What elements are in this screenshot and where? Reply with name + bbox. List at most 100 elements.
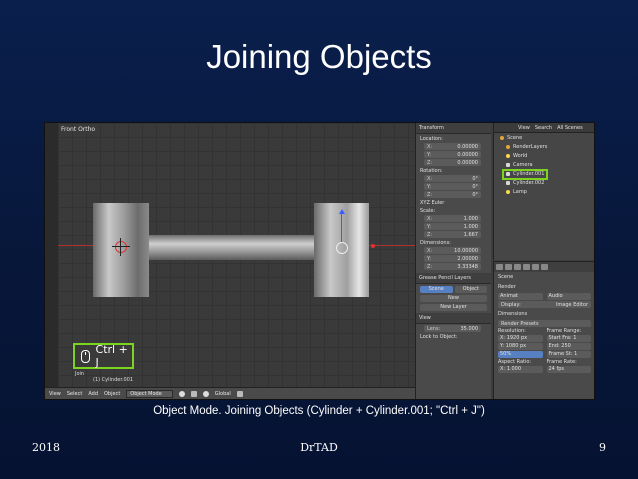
view-header[interactable]: View xyxy=(416,313,491,324)
resolution-y-field[interactable]: Y: 1080 px xyxy=(498,343,543,350)
render-presets[interactable]: Render Presets xyxy=(498,320,591,327)
outliner-row[interactable]: Camera xyxy=(494,160,594,169)
3d-cursor-icon xyxy=(112,238,130,256)
mode-selector[interactable]: Object Mode xyxy=(126,389,173,398)
properties-n-panel: Transform Location: X: 0.00000 Y: 0.00000 … xyxy=(415,123,491,399)
dimensions-y-field[interactable]: Y: 2.00000 xyxy=(424,255,481,262)
dimensions-grid: Resolution: Frame Range: X: 1920 px Star… xyxy=(498,328,591,373)
manipulator-icon[interactable] xyxy=(202,390,209,397)
properties-tabs xyxy=(494,262,594,272)
resolution-percent-slider[interactable]: 50% xyxy=(498,351,543,358)
rotation-y-field[interactable]: Y: 0° xyxy=(424,183,481,190)
mouse-icon xyxy=(81,349,90,363)
render-audio-button[interactable]: Audio xyxy=(546,293,591,300)
layers-icon[interactable] xyxy=(236,390,243,397)
scale-y-field[interactable]: Y: 1.000 xyxy=(424,223,481,230)
shading-icon[interactable] xyxy=(178,390,185,397)
scene-breadcrumb: Scene xyxy=(498,274,514,280)
active-object-readout: (1) Cylinder.001 xyxy=(93,377,134,383)
fps-select[interactable]: 24 fps xyxy=(546,366,591,373)
lens-field[interactable]: Lens: 35.000 xyxy=(424,325,481,332)
render-animation-button[interactable]: Animat xyxy=(498,293,543,300)
location-z-field[interactable]: Z: 0.00000 xyxy=(424,159,481,166)
aspect-ratio-label: Aspect Ratio: xyxy=(498,359,532,365)
scene-icon xyxy=(500,135,504,140)
world-icon xyxy=(506,153,510,158)
outliner-display-mode[interactable]: All Scenes xyxy=(557,125,583,131)
new-grease-pencil-button[interactable]: New xyxy=(420,295,487,302)
camera-icon xyxy=(506,162,510,167)
frame-range-label: Frame Range: xyxy=(546,328,582,334)
rotation-x-field[interactable]: X: 0° xyxy=(424,175,481,182)
cylinder-bar[interactable] xyxy=(149,235,314,260)
modifier-tab-icon[interactable] xyxy=(541,264,548,270)
lock-to-object-label: Lock to Object: xyxy=(420,334,458,340)
z-axis-gizmo[interactable] xyxy=(341,211,342,243)
viewport-label: Front Ortho xyxy=(61,126,96,133)
dimensions-panel-header[interactable]: Dimensions xyxy=(494,309,594,319)
x-axis-handle[interactable] xyxy=(371,244,375,248)
render-panel-header[interactable]: Render xyxy=(494,282,594,292)
outliner-row[interactable]: RenderLayers xyxy=(494,142,594,151)
layers-tab-icon[interactable] xyxy=(505,264,512,270)
outliner-menu-view[interactable]: View xyxy=(518,125,530,131)
frame-rate-label: Frame Rate: xyxy=(546,359,577,365)
slide-title: Joining Objects xyxy=(206,38,432,75)
frame-step-field[interactable]: Frame St: 1 xyxy=(546,351,591,358)
resolution-x-field[interactable]: X: 1920 px xyxy=(498,335,543,342)
location-x-field[interactable]: X: 0.00000 xyxy=(424,143,481,150)
scene-tab[interactable]: Scene xyxy=(420,286,453,293)
aspect-x-field[interactable]: X: 1.000 xyxy=(498,366,543,373)
lamp-icon xyxy=(506,189,510,194)
outliner-row[interactable]: Lamp xyxy=(494,187,594,196)
display-field[interactable]: Display: Image Editor xyxy=(498,301,591,308)
shortcut-text: Ctrl + J xyxy=(95,343,128,369)
frame-end-field[interactable]: End: 250 xyxy=(546,343,591,350)
menu-select[interactable]: Select xyxy=(67,391,82,397)
slide-caption: Object Mode. Joining Objects (Cylinder +… xyxy=(153,405,485,417)
shortcut-callout: Ctrl + J xyxy=(73,343,134,369)
render-buttons: Animat Audio xyxy=(498,293,591,300)
outliner-menu-search[interactable]: Search xyxy=(535,125,552,131)
tool-shelf-strip[interactable] xyxy=(45,123,59,387)
rotation-mode[interactable]: XYZ Euler xyxy=(416,198,491,206)
blender-screenshot: Front Ortho Ctrl + J Join (1) Cylinder.0… xyxy=(44,122,595,400)
dimensions-label: Dimensions: xyxy=(420,240,451,246)
transform-header[interactable]: Transform xyxy=(416,123,491,134)
world-tab-icon[interactable] xyxy=(523,264,530,270)
mesh-icon xyxy=(506,180,510,185)
menu-add[interactable]: Add xyxy=(88,391,98,397)
render-tab-icon[interactable] xyxy=(496,264,503,270)
location-y-field[interactable]: Y: 0.00000 xyxy=(424,151,481,158)
outliner-row[interactable]: Scene xyxy=(494,133,594,142)
new-layer-button[interactable]: New Layer xyxy=(420,304,487,311)
selection-highlight xyxy=(502,169,548,180)
scale-x-field[interactable]: X: 1.000 xyxy=(424,215,481,222)
scale-z-field[interactable]: Z: 1.667 xyxy=(424,231,481,238)
z-arrow-icon xyxy=(339,209,345,214)
rotation-label: Rotation: xyxy=(420,168,443,174)
footer-page-number: 9 xyxy=(599,441,606,454)
dimensions-x-field[interactable]: X: 10.00000 xyxy=(424,247,481,254)
orientation-select[interactable]: Global xyxy=(215,391,231,397)
outliner-row[interactable]: World xyxy=(494,151,594,160)
viewport-header: View Select Add Object Object Mode Globa… xyxy=(45,387,415,399)
3d-viewport[interactable]: Front Ortho Ctrl + J Join (1) Cylinder.0… xyxy=(58,123,415,387)
menu-object[interactable]: Object xyxy=(104,391,120,397)
object-tab-icon[interactable] xyxy=(532,264,539,270)
scale-label: Scale: xyxy=(420,208,436,214)
menu-view[interactable]: View xyxy=(49,391,61,397)
scene-tab-icon[interactable] xyxy=(514,264,521,270)
object-tab[interactable]: Object xyxy=(454,286,487,293)
dimensions-z-field[interactable]: Z: 3.33348 xyxy=(424,263,481,270)
pivot-icon[interactable] xyxy=(190,390,197,397)
outliner-header: View Search All Scenes xyxy=(494,123,594,133)
renderlayers-icon xyxy=(506,144,510,149)
new-layer-row: New Layer xyxy=(420,304,487,311)
rotation-z-field[interactable]: Z: 0° xyxy=(424,191,481,198)
outliner: View Search All Scenes Scene RenderLayer… xyxy=(493,123,594,260)
grease-pencil-new-row: New xyxy=(420,295,487,302)
frame-start-field[interactable]: Start Fra: 1 xyxy=(546,335,591,342)
grease-pencil-header[interactable]: Grease Pencil Layers xyxy=(416,273,491,284)
grease-pencil-source: Scene Object xyxy=(420,286,487,293)
